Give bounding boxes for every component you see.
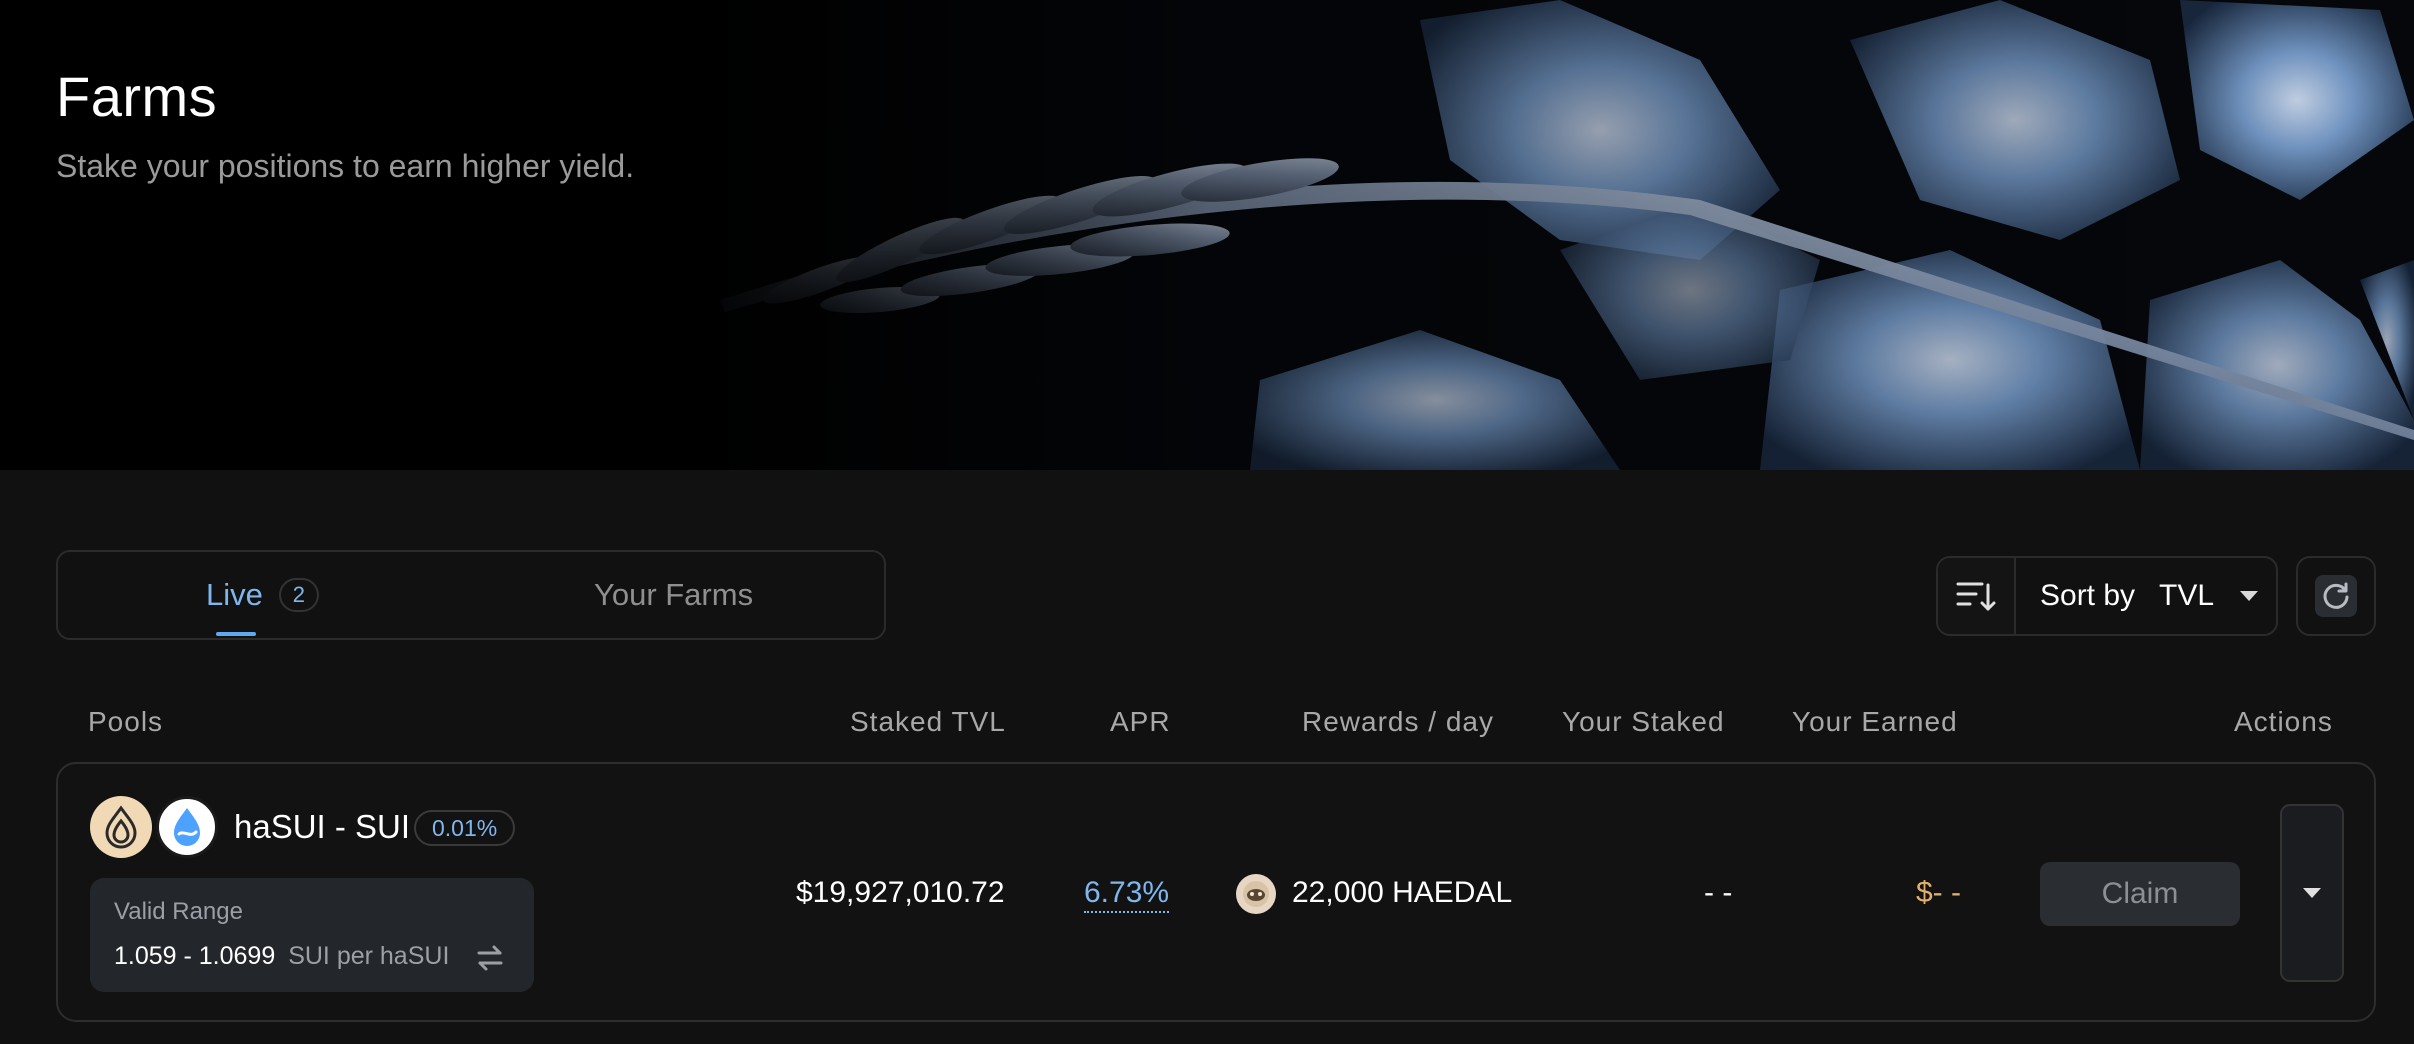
- refresh-icon: [2323, 582, 2349, 609]
- column-header-actions: Actions: [2234, 706, 2333, 737]
- column-header-pools: Pools: [88, 706, 164, 737]
- farm-tabs: Live 2 Your Farms: [56, 550, 886, 640]
- haedal-token-icon: [1236, 874, 1276, 914]
- valid-range-box: Valid Range 1.059 - 1.0699 SUI per haSUI: [90, 878, 534, 992]
- your-earned-value: $- -: [1916, 876, 1961, 909]
- tab-your-farms[interactable]: Your Farms: [594, 552, 753, 638]
- sort-label: Sort by: [2040, 579, 2136, 612]
- fee-tier-badge: 0.01%: [414, 810, 516, 846]
- refresh-icon-wrap: [2315, 575, 2357, 617]
- page-subtitle: Stake your positions to earn higher yiel…: [56, 148, 635, 184]
- tab-live[interactable]: Live 2: [206, 552, 319, 638]
- refresh-button[interactable]: [2296, 556, 2376, 636]
- sort-value: TVL: [2159, 579, 2215, 612]
- column-header-your-earned: Your Earned: [1792, 706, 1958, 737]
- chevron-down-icon: [2240, 591, 2259, 601]
- active-tab-indicator: [216, 632, 256, 636]
- valid-range-label: Valid Range: [114, 898, 243, 925]
- expand-row-button[interactable]: [2280, 804, 2344, 982]
- live-count-badge: 2: [278, 578, 319, 612]
- hasui-token-icon: [90, 796, 152, 858]
- hero-image: [0, 0, 2414, 470]
- column-header-staked-tvl: Staked TVL: [850, 706, 1006, 737]
- tab-your-farms-label: Your Farms: [594, 577, 754, 612]
- sort-dropdown[interactable]: Sort by TVL: [1936, 556, 2278, 636]
- range-values: 1.059 - 1.0699: [114, 942, 276, 970]
- pool-pair-name[interactable]: haSUI - SUI: [234, 808, 410, 846]
- column-header-rewards-per-day: Rewards / day: [1302, 706, 1494, 737]
- tab-live-label: Live: [206, 577, 263, 612]
- farm-row: haSUI - SUI 0.01% Valid Range 1.059 - 1.…: [56, 762, 2376, 1022]
- apr-value[interactable]: 6.73%: [1084, 876, 1170, 913]
- apr-cell: 6.73%: [1084, 876, 1170, 913]
- claim-button[interactable]: Claim: [2040, 862, 2240, 926]
- column-header-apr: APR: [1110, 706, 1171, 737]
- staked-tvl-value: $19,927,010.72: [796, 876, 1005, 909]
- hero-banner: Farms Stake your positions to earn highe…: [0, 0, 2414, 470]
- swap-direction-icon[interactable]: [474, 942, 506, 974]
- your-staked-value: - -: [1704, 876, 1733, 909]
- sui-token-icon: [156, 796, 218, 858]
- range-unit: SUI per haSUI: [288, 942, 450, 970]
- page-title: Farms: [56, 65, 218, 128]
- rewards-per-day-value: 22,000 HAEDAL: [1292, 876, 1513, 909]
- sort-order-button[interactable]: [1938, 558, 2016, 634]
- valid-range-values: 1.059 - 1.0699 SUI per haSUI: [114, 942, 449, 971]
- column-header-your-staked: Your Staked: [1562, 706, 1725, 737]
- chevron-down-icon: [2303, 888, 2321, 898]
- sort-lines-icon: [1956, 582, 1996, 611]
